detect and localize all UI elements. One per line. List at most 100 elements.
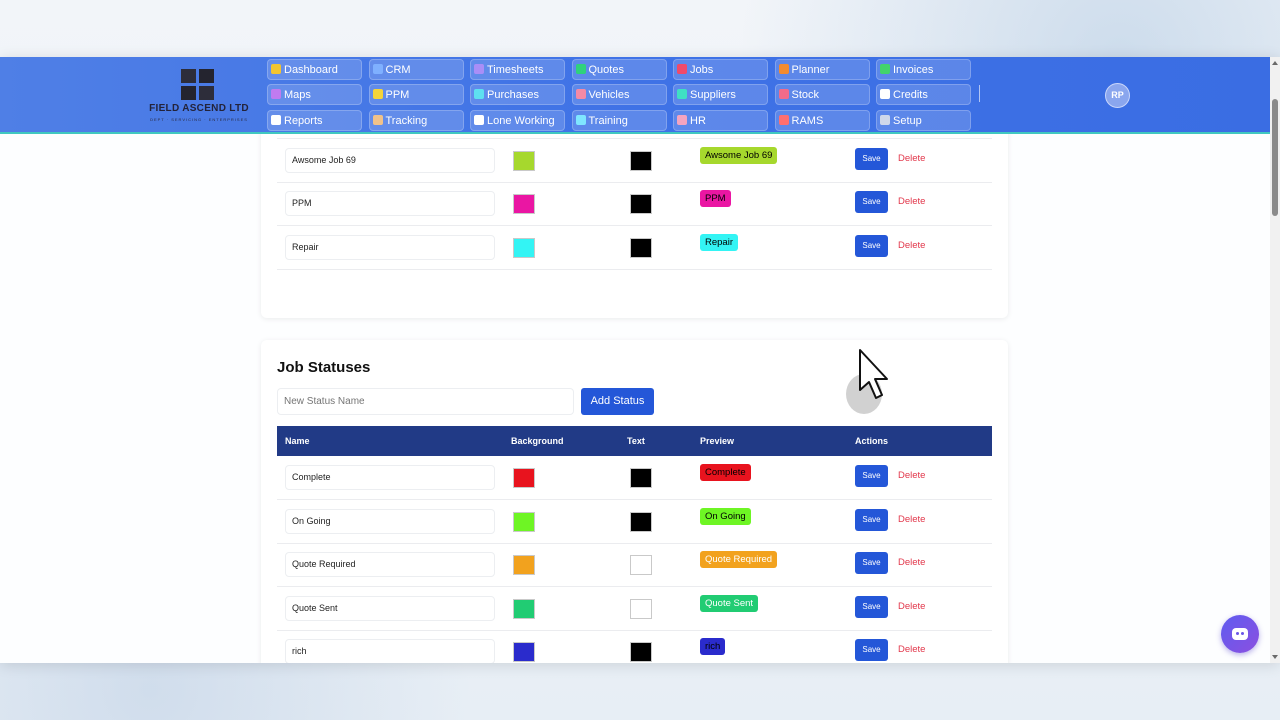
- top-navbar: FIELD ASCEND LTD DEPT · SERVICING · ENTE…: [0, 57, 1270, 134]
- text-color-swatch[interactable]: [630, 150, 652, 171]
- background-color-swatch[interactable]: [513, 642, 535, 662]
- text-color-swatch[interactable]: [630, 555, 652, 575]
- new-status-input[interactable]: [277, 388, 574, 415]
- nav-item-vehicles[interactable]: Vehicles: [571, 84, 667, 106]
- page-scrollbar[interactable]: [1270, 57, 1280, 663]
- nav-item-label: Planner: [791, 64, 830, 76]
- chatbot-button[interactable]: [1221, 615, 1259, 653]
- table-row: PPM PPM Save Delete: [277, 182, 992, 226]
- status-badge: PPM: [700, 190, 731, 207]
- save-button[interactable]: Save: [855, 595, 888, 618]
- add-status-button[interactable]: Add Status: [581, 388, 654, 415]
- nav-item-label: Stock: [791, 89, 820, 102]
- save-button[interactable]: Save: [855, 552, 888, 574]
- nav-item-maps[interactable]: Maps: [267, 84, 362, 106]
- background-color-swatch[interactable]: [513, 150, 535, 171]
- background-color-swatch[interactable]: [513, 194, 535, 214]
- name-field[interactable]: Awsome Job 69: [285, 147, 495, 173]
- nav-item-credits[interactable]: Credits: [876, 84, 971, 106]
- table-row: Complete Complete Save Delete: [277, 456, 992, 500]
- company-logo[interactable]: FIELD ASCEND LTD DEPT · SERVICING · ENTE…: [140, 67, 258, 125]
- nav-item-timesheets[interactable]: Timesheets: [470, 59, 565, 80]
- nav-item-setup[interactable]: Setup: [876, 109, 971, 131]
- nav-item-dashboard[interactable]: Dashboard: [267, 59, 362, 80]
- invoice-icon: [880, 64, 890, 74]
- logo-name: FIELD ASCEND LTD: [149, 103, 249, 114]
- text-color-swatch[interactable]: [630, 511, 652, 532]
- nav-item-jobs[interactable]: Jobs: [673, 59, 768, 80]
- nav-item-label: Lone Working: [487, 114, 555, 127]
- user-avatar[interactable]: RP: [1105, 83, 1130, 108]
- delete-button[interactable]: Delete: [898, 470, 925, 481]
- nav-item-label: HR: [690, 114, 706, 127]
- scroll-thumb[interactable]: [1272, 99, 1278, 216]
- delete-button[interactable]: Delete: [898, 514, 925, 525]
- save-button[interactable]: Save: [855, 191, 888, 213]
- nav-item-tracking[interactable]: Tracking: [368, 109, 464, 131]
- nav-item-rams[interactable]: RAMS: [774, 109, 870, 131]
- truck-icon: [575, 89, 586, 100]
- people-icon: [677, 114, 687, 125]
- status-badge: rich: [700, 638, 726, 655]
- delete-button[interactable]: Delete: [898, 644, 925, 655]
- nav-item-label: Invoices: [893, 64, 934, 76]
- save-button[interactable]: Save: [855, 508, 888, 531]
- chart-icon: [271, 114, 281, 125]
- folder-icon: [372, 89, 383, 100]
- background-color-swatch[interactable]: [513, 468, 535, 488]
- nav-item-suppliers[interactable]: Suppliers: [673, 84, 768, 106]
- nav-item-stock[interactable]: Stock: [774, 84, 870, 106]
- nav-item-ppm[interactable]: PPM: [368, 84, 464, 106]
- background-color-swatch[interactable]: [513, 237, 535, 258]
- name-field[interactable]: rich: [285, 639, 495, 663]
- table-row: Awsome Job 69 Awsome Job 69 Save Delete: [277, 139, 992, 183]
- name-field[interactable]: On Going: [285, 508, 495, 534]
- scroll-up-icon[interactable]: [1272, 61, 1278, 65]
- nav-item-crm[interactable]: CRM: [368, 59, 464, 80]
- delete-button[interactable]: Delete: [898, 196, 925, 207]
- nav-item-planner[interactable]: Planner: [774, 59, 870, 80]
- background-color-swatch[interactable]: [513, 555, 535, 575]
- map-pin-icon: [271, 89, 281, 100]
- nav-item-label: Quotes: [588, 64, 624, 76]
- nav-item-lone-working[interactable]: Lone Working: [470, 109, 565, 131]
- nav-item-hr[interactable]: HR: [673, 109, 768, 131]
- name-field[interactable]: Quote Sent: [285, 595, 495, 621]
- clock-icon: [474, 64, 484, 74]
- nav-item-label: Reports: [284, 114, 323, 127]
- users-icon: [372, 64, 383, 74]
- text-color-swatch[interactable]: [630, 237, 652, 258]
- text-color-swatch[interactable]: [630, 642, 652, 662]
- background-color-swatch[interactable]: [513, 598, 535, 619]
- tools-icon: [880, 114, 890, 125]
- nav-item-training[interactable]: Training: [571, 109, 667, 131]
- nav-item-purchases[interactable]: Purchases: [470, 84, 565, 106]
- nav-item-invoices[interactable]: Invoices: [876, 59, 971, 80]
- delete-button[interactable]: Delete: [898, 240, 925, 251]
- handshake-icon: [677, 89, 687, 100]
- app-window: FIELD ASCEND LTD DEPT · SERVICING · ENTE…: [0, 57, 1280, 663]
- nav-item-label: PPM: [385, 89, 410, 102]
- nav-item-quotes[interactable]: Quotes: [571, 59, 667, 80]
- name-field[interactable]: Quote Required: [285, 552, 495, 577]
- delete-button[interactable]: Delete: [898, 557, 925, 568]
- col-header-name: Name: [285, 436, 310, 446]
- name-field[interactable]: PPM: [285, 191, 495, 216]
- background-color-swatch[interactable]: [513, 511, 535, 532]
- delete-button[interactable]: Delete: [898, 153, 925, 164]
- save-button[interactable]: Save: [855, 639, 888, 661]
- nav-item-reports[interactable]: Reports: [267, 109, 362, 131]
- scroll-down-icon[interactable]: [1272, 655, 1278, 659]
- text-color-swatch[interactable]: [630, 598, 652, 619]
- name-field[interactable]: Complete: [285, 465, 495, 490]
- col-header-actions: Actions: [855, 436, 889, 446]
- gauge-icon: [271, 64, 281, 74]
- text-color-swatch[interactable]: [630, 194, 652, 214]
- text-color-swatch[interactable]: [630, 468, 652, 488]
- delete-button[interactable]: Delete: [898, 601, 925, 612]
- status-badge: Quote Sent: [700, 594, 759, 612]
- save-button[interactable]: Save: [855, 465, 888, 487]
- save-button[interactable]: Save: [855, 147, 888, 170]
- save-button[interactable]: Save: [855, 234, 888, 257]
- name-field[interactable]: Repair: [285, 234, 495, 260]
